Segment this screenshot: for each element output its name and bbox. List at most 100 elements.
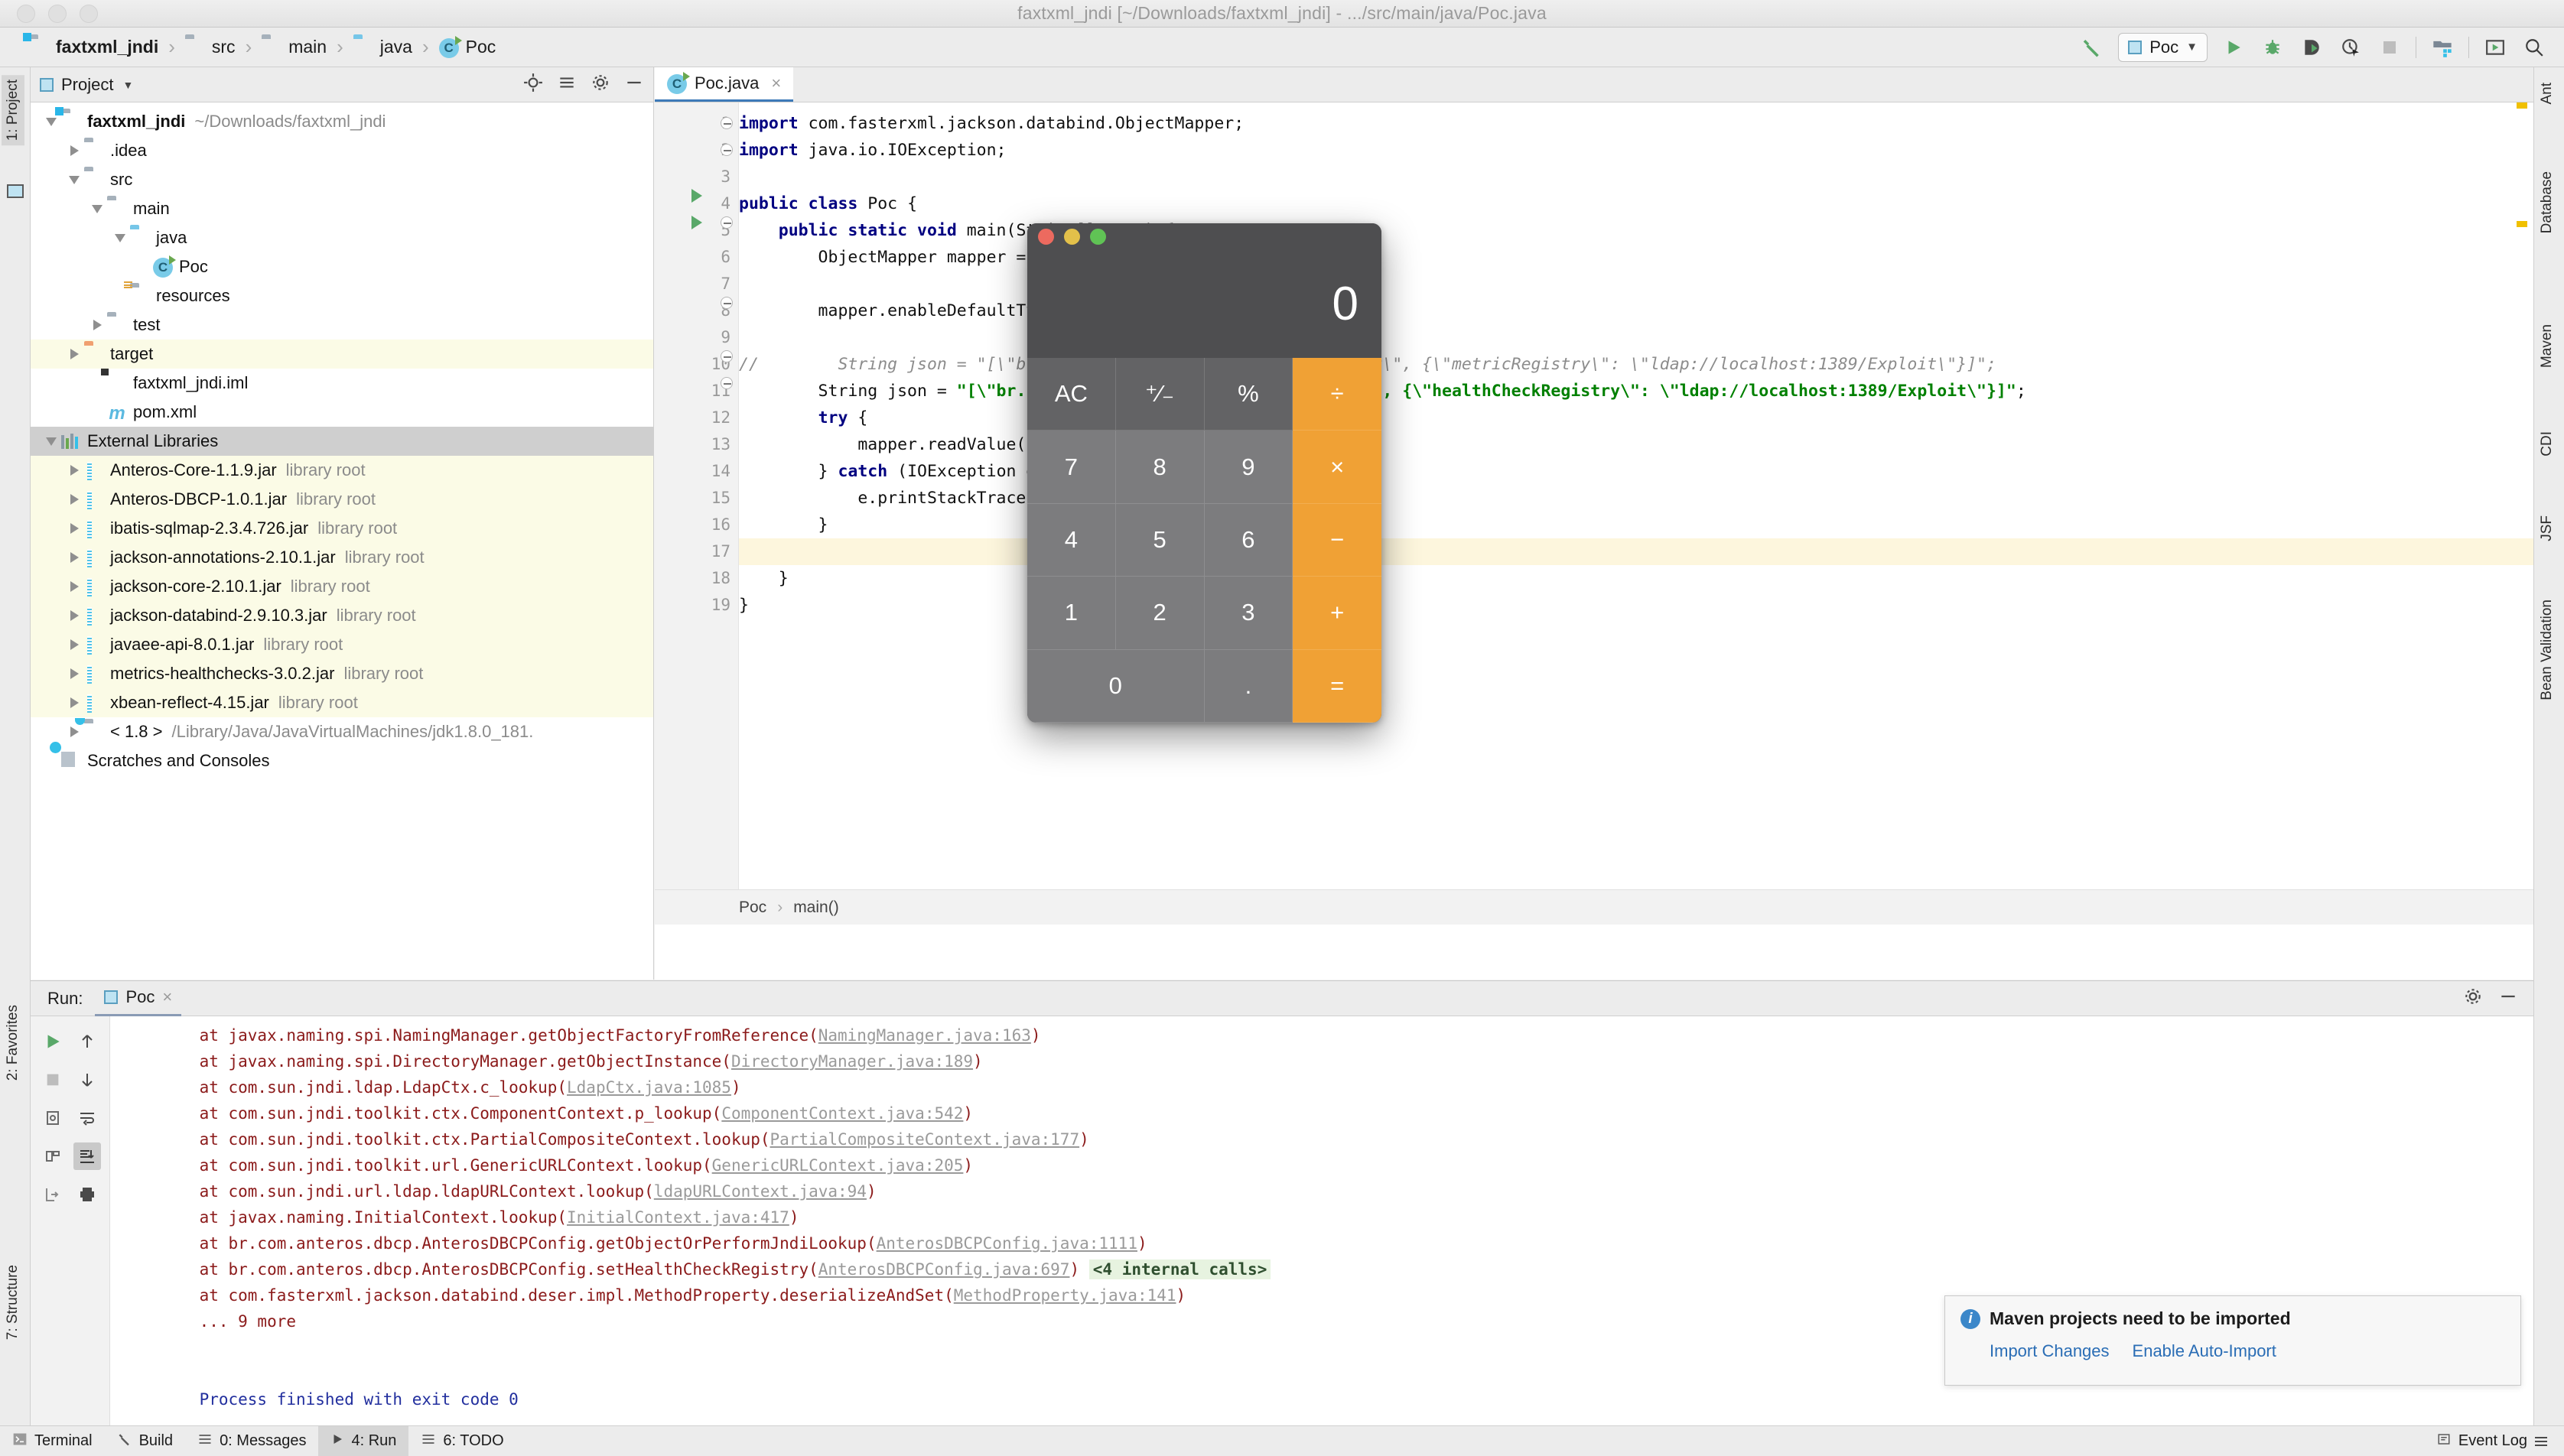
project-structure-icon[interactable] — [2429, 34, 2455, 60]
stacktrace-link[interactable]: InitialContext.java:417 — [567, 1208, 789, 1227]
chevron-down-icon[interactable]: ▼ — [122, 79, 133, 91]
calc-key-sign-toggle[interactable]: ⁺⁄₋ — [1115, 358, 1205, 431]
breadcrumb-item-project[interactable]: faxtxml_jndi — [23, 32, 158, 57]
tree-node[interactable]: jackson-core-2.10.1.jar library root — [31, 572, 653, 601]
hide-icon[interactable] — [2498, 986, 2518, 1010]
tree-node[interactable]: ibatis-sqlmap-2.3.4.726.jar library root — [31, 514, 653, 543]
tree-node[interactable]: test — [31, 310, 653, 340]
fold-icon[interactable] — [721, 297, 733, 309]
code-line[interactable]: } — [739, 565, 2533, 592]
run-with-coverage-icon[interactable] — [2299, 34, 2325, 60]
calc-key-three[interactable]: 3 — [1204, 577, 1293, 650]
calc-key-eight[interactable]: 8 — [1115, 431, 1205, 504]
profiler-icon[interactable] — [2338, 34, 2364, 60]
scroll-to-end-icon[interactable] — [73, 1142, 102, 1170]
stacktrace-link[interactable]: PartialCompositeContext.java:177 — [770, 1130, 1080, 1149]
calc-key-zero[interactable]: 0 — [1027, 649, 1205, 723]
code-line[interactable]: mapper.readValue(json, Object.class); — [739, 431, 2533, 458]
calculator-close-button[interactable] — [1038, 228, 1054, 245]
twisty-down-icon[interactable] — [41, 117, 61, 126]
stacktrace-link[interactable]: ComponentContext.java:542 — [721, 1104, 963, 1123]
tree-node[interactable]: main — [31, 194, 653, 223]
tree-node[interactable]: Anteros-Core-1.1.9.jar library root — [31, 456, 653, 485]
breadcrumb-method[interactable]: main() — [793, 899, 839, 917]
calc-key-all-clear[interactable]: AC — [1027, 358, 1116, 431]
code-editor[interactable]: 12345678910111213141516171819 import com… — [655, 102, 2533, 925]
internal-calls-badge[interactable]: <4 internal calls> — [1088, 1259, 1271, 1279]
sidebar-item-cdi[interactable]: CDI — [2536, 427, 2559, 461]
console-line[interactable]: at javax.naming.spi.NamingManager.getObj… — [161, 1022, 2533, 1048]
console-line[interactable]: at com.sun.jndi.toolkit.url.GenericURLCo… — [161, 1152, 2533, 1178]
code-line[interactable]: mapper.enableDefaultTyping(); — [739, 297, 2533, 324]
stop-icon[interactable] — [39, 1066, 67, 1094]
tree-node[interactable]: Anteros-DBCP-1.0.1.jar library root — [31, 485, 653, 514]
locate-icon[interactable] — [523, 73, 543, 96]
calc-key-six[interactable]: 6 — [1204, 503, 1293, 577]
export-icon[interactable] — [39, 1181, 67, 1208]
twisty-right-icon[interactable] — [64, 552, 84, 563]
tree-node[interactable]: m pom.xml — [31, 398, 653, 427]
calc-key-nine[interactable]: 9 — [1204, 431, 1293, 504]
run-gutter-icon-main[interactable] — [691, 216, 702, 229]
tree-node[interactable]: faxtxml_jndi.iml — [31, 369, 653, 398]
twisty-right-icon[interactable] — [64, 349, 84, 359]
notification-popup[interactable]: i Maven projects need to be imported Imp… — [1944, 1295, 2521, 1386]
code-line[interactable]: // String json = "[\"br.com.anteros.dbcp… — [739, 351, 2533, 378]
sidebar-item-maven[interactable]: Maven — [2536, 320, 2559, 372]
enable-auto-import-link[interactable]: Enable Auto-Import — [2133, 1341, 2276, 1361]
calc-key-seven[interactable]: 7 — [1027, 431, 1116, 504]
fold-icon[interactable] — [721, 377, 733, 389]
editor-marker-bar[interactable] — [2517, 102, 2527, 925]
tree-node[interactable]: javaee-api-8.0.1.jar library root — [31, 630, 653, 659]
twisty-right-icon[interactable] — [64, 697, 84, 708]
tree-node[interactable]: Scratches and Consoles — [31, 746, 653, 775]
sidebar-item-project-tab[interactable]: 1: Project — [2, 75, 24, 146]
import-changes-link[interactable]: Import Changes — [1990, 1341, 2110, 1361]
fold-icon[interactable] — [721, 350, 733, 362]
dump-threads-icon[interactable] — [39, 1104, 67, 1132]
hammer-icon[interactable] — [2079, 34, 2105, 60]
project-tree[interactable]: faxtxml_jndi ~/Downloads/faxtxml_jndi .ide… — [31, 102, 653, 775]
status-terminal-button[interactable]: Terminal — [0, 1426, 105, 1456]
breadcrumb-item-main[interactable]: main — [262, 37, 327, 57]
code-line[interactable]: e.printStackTrace(); — [739, 485, 2533, 512]
twisty-right-icon[interactable] — [64, 610, 84, 621]
console-line[interactable]: at br.com.anteros.dbcp.AnterosDBCPConfig… — [161, 1230, 2533, 1256]
calc-key-divide[interactable]: ÷ — [1293, 358, 1381, 431]
tree-node[interactable]: java — [31, 223, 653, 252]
sidebar-item-bean-validation[interactable]: Bean Validation — [2536, 595, 2559, 705]
calc-key-four[interactable]: 4 — [1027, 503, 1116, 577]
stacktrace-link[interactable]: NamingManager.java:163 — [818, 1026, 1031, 1045]
twisty-down-icon[interactable] — [41, 437, 61, 446]
close-icon[interactable]: × — [162, 987, 172, 1007]
code-line[interactable]: try { — [739, 405, 2533, 431]
sidebar-item-ant[interactable]: Ant — [2536, 78, 2559, 109]
print-icon[interactable] — [73, 1181, 101, 1208]
hide-icon[interactable] — [624, 73, 644, 96]
status-event-log-button[interactable]: Event Log — [2458, 1426, 2527, 1456]
calculator-zoom-button[interactable] — [1090, 228, 1106, 245]
tab-poc-java[interactable]: C Poc.java × — [655, 67, 794, 102]
rerun-icon[interactable] — [39, 1028, 67, 1055]
console-line[interactable]: at br.com.anteros.dbcp.AnterosDBCPConfig… — [161, 1256, 2533, 1282]
tree-node[interactable]: C Poc — [31, 252, 653, 281]
twisty-down-icon[interactable] — [64, 175, 84, 184]
editor-gutter[interactable]: 12345678910111213141516171819 — [655, 102, 739, 925]
console-line[interactable]: at com.sun.jndi.url.ldap.ldapURLContext.… — [161, 1178, 2533, 1204]
code-content[interactable]: import com.fasterxml.jackson.databind.Ob… — [739, 102, 2533, 619]
calc-key-one[interactable]: 1 — [1027, 577, 1116, 650]
status-messages-button[interactable]: 0: Messages — [185, 1426, 318, 1456]
status-todo-button[interactable]: 6: TODO — [408, 1426, 516, 1456]
close-icon[interactable]: × — [771, 73, 781, 93]
twisty-right-icon[interactable] — [64, 581, 84, 592]
calc-key-subtract[interactable]: − — [1293, 503, 1381, 577]
run-gutter-icon-class[interactable] — [691, 189, 702, 203]
stacktrace-link[interactable]: GenericURLContext.java:205 — [712, 1156, 964, 1175]
warning-marker[interactable] — [2517, 221, 2527, 227]
sidebar-item-favorites-tab[interactable]: 2: Favorites — [2, 1000, 24, 1085]
status-build-button[interactable]: Build — [105, 1426, 185, 1456]
code-line[interactable] — [739, 164, 2533, 190]
twisty-right-icon[interactable] — [64, 145, 84, 156]
down-stack-icon[interactable] — [73, 1066, 101, 1094]
update-icon[interactable] — [2482, 34, 2508, 60]
